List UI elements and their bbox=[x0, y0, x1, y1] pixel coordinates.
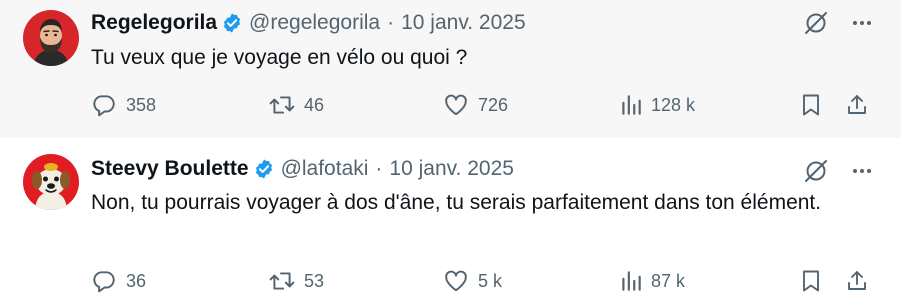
author-handle[interactable]: @regelegorila bbox=[249, 11, 380, 35]
bookmark-icon bbox=[803, 94, 819, 116]
views-button[interactable]: 87 k bbox=[620, 266, 685, 296]
like-button[interactable]: 5 k bbox=[443, 266, 502, 296]
tweet-date[interactable]: 10 janv. 2025 bbox=[401, 11, 526, 35]
tweet-actions: 358 46 726 128 k bbox=[91, 90, 871, 120]
tweet-regelegorila[interactable]: Regelegorila @regelegorila · 10 janv. 20… bbox=[0, 0, 901, 138]
views-button[interactable]: 128 k bbox=[620, 90, 695, 120]
tweet-text: Tu veux que je voyage en vélo ou quoi ? bbox=[91, 46, 468, 69]
share-icon bbox=[848, 95, 866, 114]
reply-button[interactable]: 358 bbox=[91, 90, 156, 120]
avatar-regelegorila[interactable] bbox=[23, 10, 79, 66]
bookmark-button[interactable] bbox=[799, 266, 823, 296]
tweet-top-actions bbox=[803, 10, 873, 36]
reply-count: 358 bbox=[126, 94, 157, 115]
more-icon[interactable] bbox=[851, 12, 873, 34]
views-count: 87 k bbox=[651, 270, 686, 291]
bookmark-button[interactable] bbox=[799, 90, 823, 120]
cartoon-dog-avatar-image bbox=[23, 154, 79, 210]
views-icon bbox=[622, 271, 641, 291]
reply-button[interactable]: 36 bbox=[91, 266, 146, 296]
tweet-text: Non, tu pourrais voyager à dos d'âne, tu… bbox=[91, 191, 822, 214]
tweet-header: Regelegorila @regelegorila · 10 janv. 20… bbox=[91, 9, 526, 37]
share-button[interactable] bbox=[845, 90, 869, 120]
like-count: 5 k bbox=[478, 270, 503, 291]
retweet-icon bbox=[269, 272, 295, 290]
retweet-button[interactable]: 53 bbox=[269, 266, 324, 296]
tweet-top-actions bbox=[803, 158, 873, 184]
tweet-actions: 36 53 5 k 87 k bbox=[91, 266, 871, 296]
author-name[interactable]: Steevy Boulette bbox=[91, 157, 249, 181]
retweet-icon bbox=[269, 96, 295, 114]
author-handle[interactable]: @lafotaki bbox=[281, 157, 369, 181]
verified-badge-icon bbox=[223, 13, 241, 33]
like-icon bbox=[445, 94, 467, 116]
separator-dot: · bbox=[387, 11, 395, 34]
bearded-man-avatar-image bbox=[23, 10, 79, 66]
separator-dot: · bbox=[375, 157, 383, 180]
reply-icon bbox=[93, 271, 115, 293]
retweet-button[interactable]: 46 bbox=[269, 90, 324, 120]
retweet-count: 46 bbox=[304, 94, 325, 115]
reply-icon bbox=[93, 95, 115, 117]
tweet-header: Steevy Boulette @lafotaki · 10 janv. 202… bbox=[91, 155, 514, 183]
like-count: 726 bbox=[478, 94, 509, 115]
verified-badge-icon bbox=[255, 159, 272, 179]
like-icon bbox=[445, 270, 467, 292]
tweet-date[interactable]: 10 janv. 2025 bbox=[389, 157, 514, 181]
share-button[interactable] bbox=[845, 266, 869, 296]
reply-count: 36 bbox=[126, 270, 147, 291]
more-icon[interactable] bbox=[851, 160, 873, 182]
share-icon bbox=[848, 271, 866, 290]
tweet-lafotaki[interactable]: Steevy Boulette @lafotaki · 10 janv. 202… bbox=[0, 138, 901, 307]
grok-icon[interactable] bbox=[803, 158, 829, 184]
avatar-lafotaki[interactable] bbox=[23, 154, 79, 210]
grok-icon[interactable] bbox=[803, 10, 829, 36]
like-button[interactable]: 726 bbox=[443, 90, 508, 120]
bookmark-icon bbox=[803, 270, 819, 292]
views-icon bbox=[622, 95, 641, 115]
views-count: 128 k bbox=[651, 94, 696, 115]
author-name[interactable]: Regelegorila bbox=[91, 11, 217, 35]
retweet-count: 53 bbox=[304, 270, 325, 291]
